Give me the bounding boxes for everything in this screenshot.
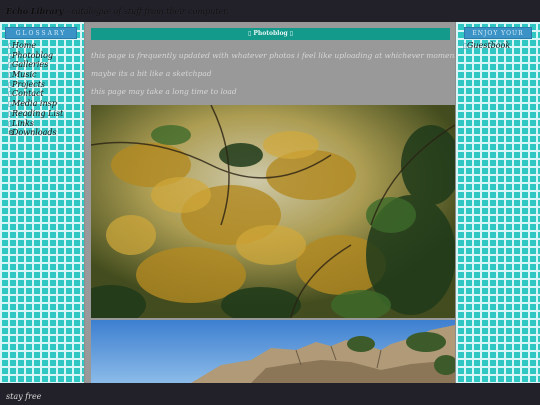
- nav-item-label: Reading List: [12, 108, 64, 118]
- nav-item-label: Links: [12, 118, 34, 128]
- nav-item-label: Media insp: [12, 99, 57, 109]
- nav-item-downloads[interactable]: ⚙Downloads: [8, 128, 63, 138]
- autumn-leaves-image: [91, 105, 455, 318]
- nav-item-reading-list[interactable]: ▯Reading List: [8, 109, 63, 119]
- site-title-bar: Echo Library - catalogue of stuff from t…: [0, 0, 540, 22]
- nav-item-label: Home: [12, 41, 37, 50]
- nav-item-label: Downloads: [12, 128, 57, 138]
- footer-text: stay free: [6, 392, 42, 401]
- nav-item-photoblog[interactable]: ▯Photoblog: [8, 51, 63, 61]
- nav-item-links[interactable]: ▯Links: [8, 119, 63, 129]
- site-tagline: - catalogue of stuff from their computer…: [63, 7, 229, 16]
- rock-formation-image: [91, 320, 455, 383]
- nav-item-label: Photoblog: [12, 50, 53, 60]
- enjoy-stay-header: ENJOY YOUR STAY: [464, 27, 532, 49]
- nav-item-music[interactable]: ▯Music: [8, 70, 63, 80]
- nav-item-media-insp[interactable]: ▯Media insp: [8, 99, 63, 109]
- nav-item-label: Music: [12, 70, 37, 80]
- site-name[interactable]: Echo Library: [6, 6, 63, 16]
- intro-note: this page is frequently updated with wha…: [91, 51, 456, 60]
- nav-item-projects[interactable]: ▯Projects: [8, 80, 63, 90]
- footer: stay free: [0, 383, 540, 405]
- nav-item-galleries[interactable]: ▯Galleries: [8, 60, 63, 70]
- nav-item-label: Projects: [12, 79, 46, 89]
- page-title: ▯ Photoblog ▯: [91, 28, 450, 40]
- left-sidebar: GLOSSARY ▯Home ▯Photoblog ▯Galleries ▯Mu…: [0, 22, 84, 383]
- loading-note: this page may take a long time to load: [91, 87, 237, 96]
- glossary-header: GLOSSARY: [5, 27, 77, 39]
- nav-item-label: Galleries: [12, 60, 49, 70]
- sketchpad-note: maybe its a bit like a sketchpad: [91, 69, 212, 78]
- glossary-nav: ▯Home ▯Photoblog ▯Galleries ▯Music ▯Proj…: [8, 41, 63, 138]
- page-title-text: Photoblog: [253, 30, 288, 37]
- photo-autumn-leaves[interactable]: [91, 105, 455, 318]
- nav-item-home[interactable]: ▯Home: [8, 41, 63, 51]
- stay-nav: ▯Guestbook: [463, 41, 510, 51]
- nav-item-label: Contact: [12, 89, 44, 99]
- nav-item-contact[interactable]: ▯Contact: [8, 89, 63, 99]
- photoblog-panel: ▯ Photoblog ▯ this page is frequently up…: [84, 22, 456, 383]
- photo-rock-formation[interactable]: [91, 320, 455, 383]
- right-sidebar: ENJOY YOUR STAY ▯Guestbook: [456, 22, 540, 383]
- nav-item-guestbook[interactable]: ▯Guestbook: [463, 41, 510, 51]
- nav-item-label: Guestbook: [467, 41, 511, 50]
